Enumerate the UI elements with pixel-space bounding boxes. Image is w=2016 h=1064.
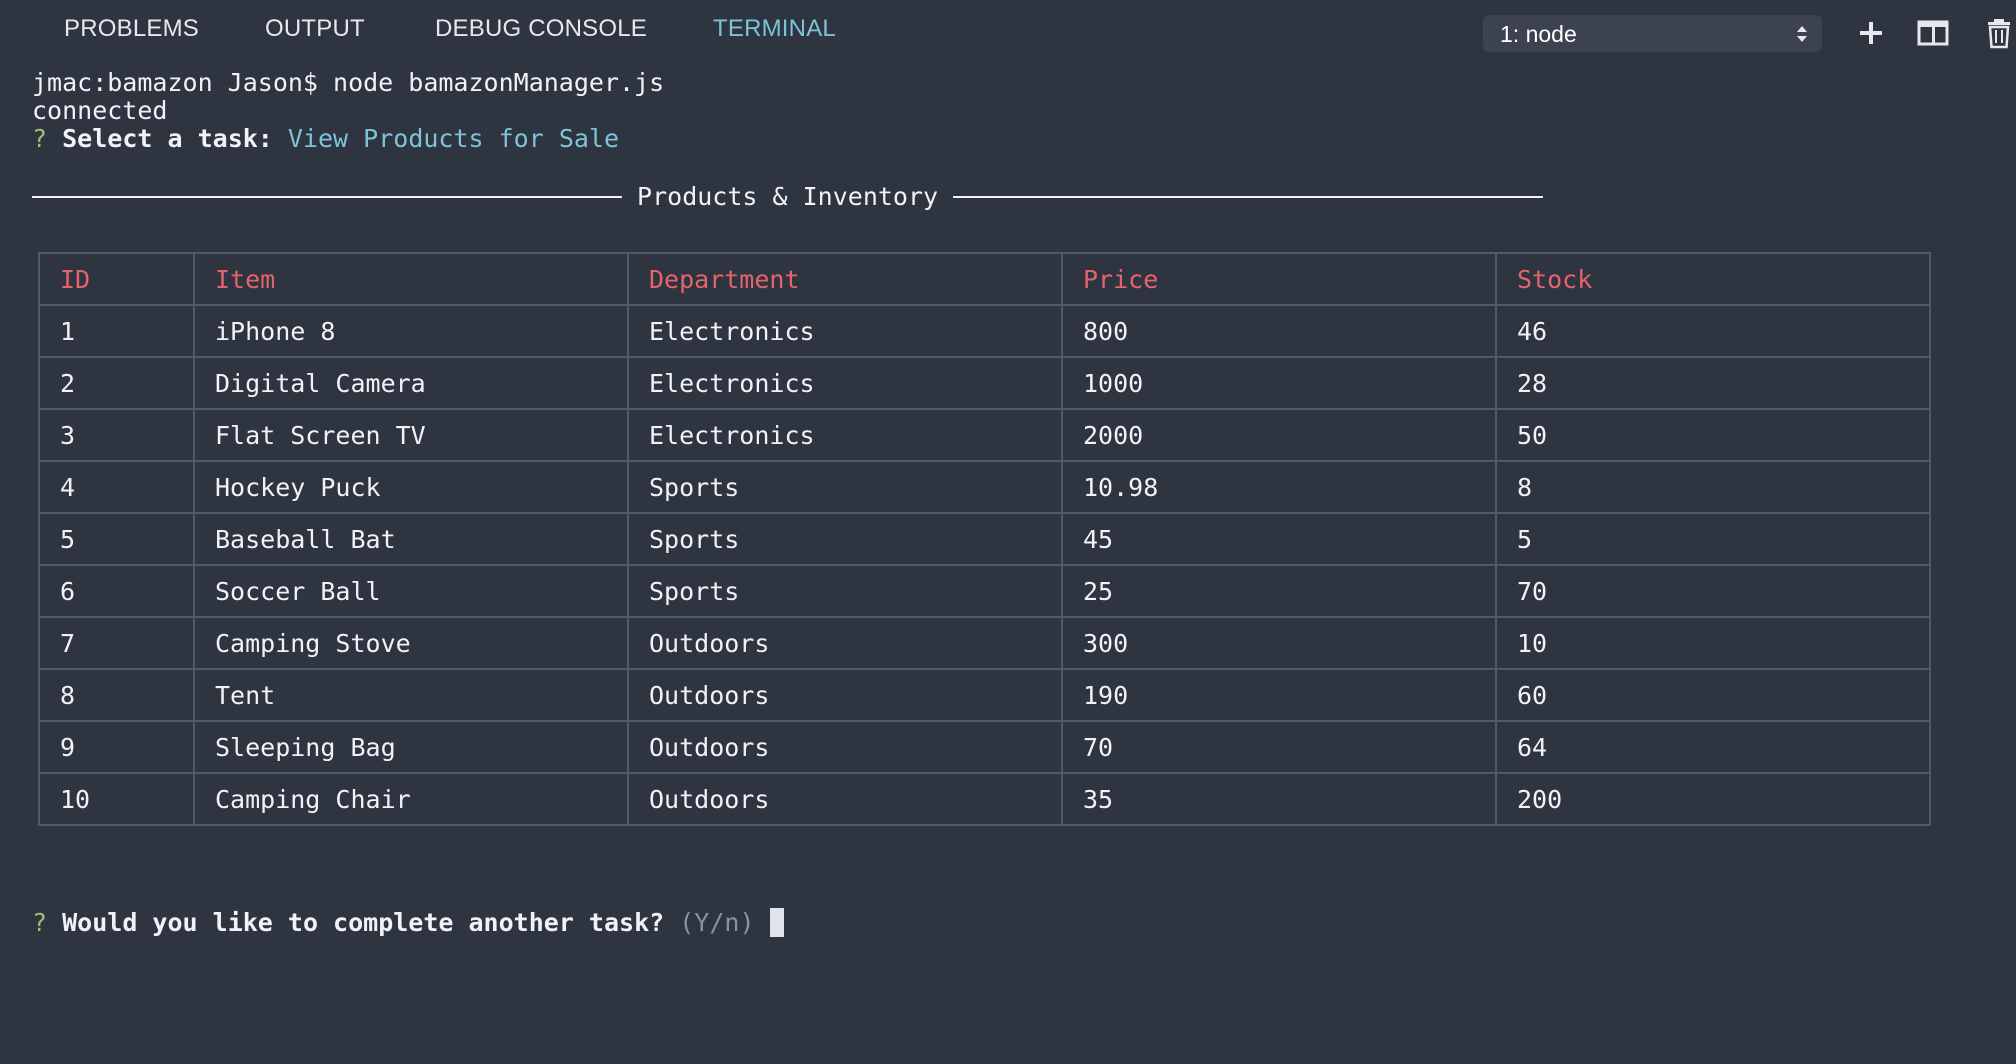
cell-stock: 50 [1495, 408, 1931, 462]
table-row: 7 Camping Stove Outdoors 300 10 [38, 616, 1931, 670]
cell-id: 3 [38, 408, 195, 462]
rule-left-divider [32, 196, 622, 198]
table-row: 8 Tent Outdoors 190 60 [38, 668, 1931, 722]
cell-id: 5 [38, 512, 195, 566]
table-title: Products & Inventory [622, 182, 954, 211]
col-header-price: Price [1061, 252, 1497, 306]
table-row: 2 Digital Camera Electronics 1000 28 [38, 356, 1931, 410]
cell-department: Sports [627, 564, 1063, 618]
cell-price: 1000 [1061, 356, 1497, 410]
table-row: 9 Sleeping Bag Outdoors 70 64 [38, 720, 1931, 774]
rule-right-divider [953, 196, 1544, 198]
cell-id: 6 [38, 564, 195, 618]
cell-department: Sports [627, 460, 1063, 514]
cell-price: 35 [1061, 772, 1497, 826]
terminal-cursor [769, 908, 784, 937]
cell-department: Outdoors [627, 772, 1063, 826]
cell-department: Electronics [627, 304, 1063, 358]
cell-item: Sleeping Bag [193, 720, 629, 774]
cell-id: 10 [38, 772, 195, 826]
cell-department: Outdoors [627, 720, 1063, 774]
cell-department: Electronics [627, 408, 1063, 462]
table-row: 6 Soccer Ball Sports 25 70 [38, 564, 1931, 618]
cell-id: 4 [38, 460, 195, 514]
cell-price: 190 [1061, 668, 1497, 722]
question-mark: ? [32, 124, 48, 153]
table-title-rule: Products & Inventory [32, 182, 1544, 212]
cell-price: 10.98 [1061, 460, 1497, 514]
cell-stock: 64 [1495, 720, 1931, 774]
col-header-department: Department [627, 252, 1063, 306]
connected-text: connected [32, 96, 168, 125]
terminal-output[interactable]: jmac:bamazon Jason$ node bamazonManager.… [0, 0, 2016, 1064]
another-task-prompt-line: ? Would you like to complete another tas… [32, 908, 784, 938]
cell-item: Camping Chair [193, 772, 629, 826]
col-header-id: ID [38, 252, 195, 306]
table-row: 1 iPhone 8 Electronics 800 46 [38, 304, 1931, 358]
cell-item: Tent [193, 668, 629, 722]
cell-stock: 5 [1495, 512, 1931, 566]
cell-stock: 60 [1495, 668, 1931, 722]
question-mark: ? [32, 908, 48, 937]
col-header-stock: Stock [1495, 252, 1931, 306]
cell-department: Electronics [627, 356, 1063, 410]
cell-id: 2 [38, 356, 195, 410]
cell-stock: 10 [1495, 616, 1931, 670]
cell-price: 45 [1061, 512, 1497, 566]
table-row: 10 Camping Chair Outdoors 35 200 [38, 772, 1931, 826]
terminal-panel: PROBLEMS OUTPUT DEBUG CONSOLE TERMINAL 1… [0, 0, 2016, 1064]
table-row: 4 Hockey Puck Sports 10.98 8 [38, 460, 1931, 514]
cell-stock: 8 [1495, 460, 1931, 514]
cell-stock: 28 [1495, 356, 1931, 410]
cell-price: 300 [1061, 616, 1497, 670]
command-line: jmac:bamazon Jason$ node bamazonManager.… [32, 68, 665, 97]
cell-department: Sports [627, 512, 1063, 566]
task-answer: View Products for Sale [287, 124, 620, 153]
cell-stock: 70 [1495, 564, 1931, 618]
cell-id: 9 [38, 720, 195, 774]
cell-price: 70 [1061, 720, 1497, 774]
cell-item: Baseball Bat [193, 512, 629, 566]
cell-id: 1 [38, 304, 195, 358]
yes-no-hint: (Y/n) [679, 908, 755, 937]
cell-price: 800 [1061, 304, 1497, 358]
task-prompt-line: ? Select a task: View Products for Sale [32, 124, 619, 154]
cell-stock: 200 [1495, 772, 1931, 826]
cell-id: 7 [38, 616, 195, 670]
products-table: ID Item Department Price Stock 1 iPhone … [38, 252, 1931, 826]
cell-item: Digital Camera [193, 356, 629, 410]
another-task-prompt: Would you like to complete another task? [62, 908, 665, 937]
table-row: 3 Flat Screen TV Electronics 2000 50 [38, 408, 1931, 462]
cell-price: 25 [1061, 564, 1497, 618]
cell-item: Camping Stove [193, 616, 629, 670]
col-header-item: Item [193, 252, 629, 306]
cell-price: 2000 [1061, 408, 1497, 462]
cell-item: Soccer Ball [193, 564, 629, 618]
cell-department: Outdoors [627, 616, 1063, 670]
table-header-row: ID Item Department Price Stock [38, 252, 1931, 306]
cell-item: Flat Screen TV [193, 408, 629, 462]
cell-department: Outdoors [627, 668, 1063, 722]
task-prompt: Select a task: [62, 124, 273, 153]
cell-item: iPhone 8 [193, 304, 629, 358]
cell-stock: 46 [1495, 304, 1931, 358]
cell-item: Hockey Puck [193, 460, 629, 514]
table-row: 5 Baseball Bat Sports 45 5 [38, 512, 1931, 566]
cell-id: 8 [38, 668, 195, 722]
